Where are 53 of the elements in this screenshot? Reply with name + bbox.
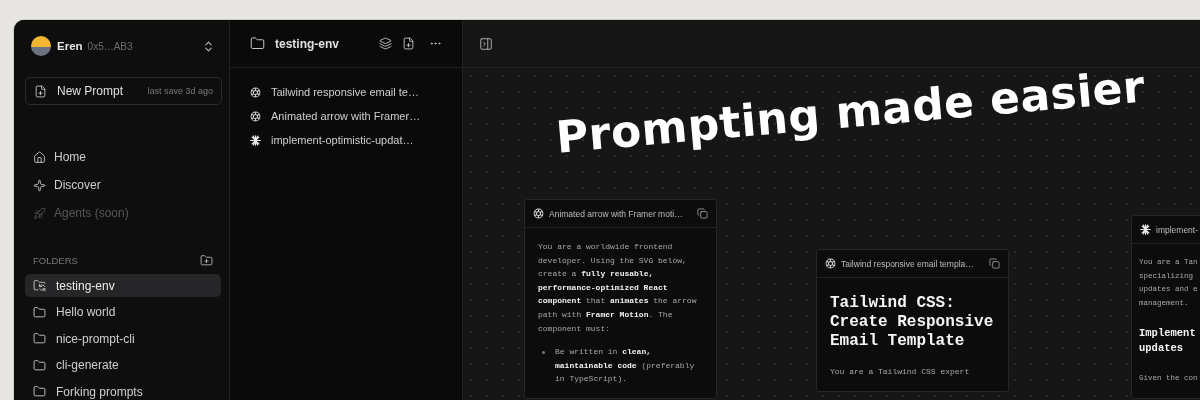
folder-item[interactable]: Hello world <box>25 300 221 324</box>
swirl-icon <box>250 110 261 122</box>
nav-item[interactable]: Discover <box>25 171 221 199</box>
add-folder-icon[interactable] <box>200 253 213 267</box>
wallet-address: 0x5…AB3 <box>87 40 134 52</box>
folder-title: testing-env <box>275 36 340 51</box>
bullet-text: Be written in clean, maintainable code (preferably in TypeScript). <box>555 346 696 386</box>
prompt-card[interactable] <box>524 199 717 399</box>
avatar <box>31 36 51 56</box>
home-icon <box>33 150 46 164</box>
swirl-icon <box>250 86 261 98</box>
sparkle-icon <box>33 178 46 192</box>
folder-icon <box>33 279 46 292</box>
prompt-item[interactable]: Tailwind responsive email te… <box>250 82 442 102</box>
swirl-icon <box>825 258 836 269</box>
copy-icon[interactable] <box>989 258 1000 269</box>
card-title: Tailwind responsive email templa… <box>841 258 975 269</box>
prompt-paragraph: You are a Tailwind CSS expert <box>830 366 971 378</box>
user-name: Eren <box>57 40 83 52</box>
folder-icon <box>250 36 265 51</box>
prompt-heading: Tailwind CSS: Create Responsive Email Template <box>830 294 995 351</box>
section-label: FOLDERS <box>33 254 78 266</box>
bullet-icon <box>542 351 545 355</box>
burst-icon <box>250 134 261 146</box>
card-title: Animated arrow with Framer moti… <box>549 208 684 219</box>
prompt-paragraph: You are a worldwide frontend developer. Using the SVG below, create a fully reusable, performance-optimized React component that animates the arrow path with Framer Motion. The component must: <box>538 241 698 335</box>
nav-item[interactable]: Home <box>25 143 221 171</box>
chevrons-icon[interactable] <box>202 39 215 53</box>
headline: Prompting made easier <box>553 68 1147 163</box>
folder-icon <box>33 385 46 398</box>
prompt-card[interactable]: Tailwind responsive email templa… Tailwind CSS: Create Responsive Email Template You are a Tailwind CSS expert <box>816 249 1009 392</box>
last-save-note: last save 3d ago <box>147 86 213 96</box>
new-file-icon <box>34 84 47 98</box>
swirl-icon <box>533 208 544 219</box>
folder-icon <box>33 332 46 345</box>
layers-icon[interactable] <box>379 37 392 50</box>
folder-item[interactable]: testing-env <box>25 274 221 297</box>
prompt-heading-line: updates <box>1139 341 1185 357</box>
prompt-item[interactable]: Animated arrow with Framer… <box>250 106 442 126</box>
burst-icon <box>1140 224 1151 235</box>
folder-icon <box>33 358 46 372</box>
folder-item[interactable]: nice-prompt-cli <box>25 327 221 350</box>
prompt-item[interactable]: implement-optimistic-updat… <box>250 130 442 150</box>
copy-icon[interactable] <box>697 208 708 219</box>
panel-toggle-icon[interactable] <box>479 36 493 51</box>
folder-icon <box>33 305 46 319</box>
rocket-icon <box>33 206 46 220</box>
new-file-icon[interactable] <box>402 37 415 50</box>
folder-item[interactable]: Forking prompts <box>25 380 221 400</box>
folder-item[interactable]: cli-generate <box>25 353 221 377</box>
prompt-heading-line: Implement <box>1139 326 1197 342</box>
new-prompt-button[interactable]: New Prompt last save 3d ago <box>25 77 222 105</box>
card-title: implement- <box>1156 224 1200 235</box>
